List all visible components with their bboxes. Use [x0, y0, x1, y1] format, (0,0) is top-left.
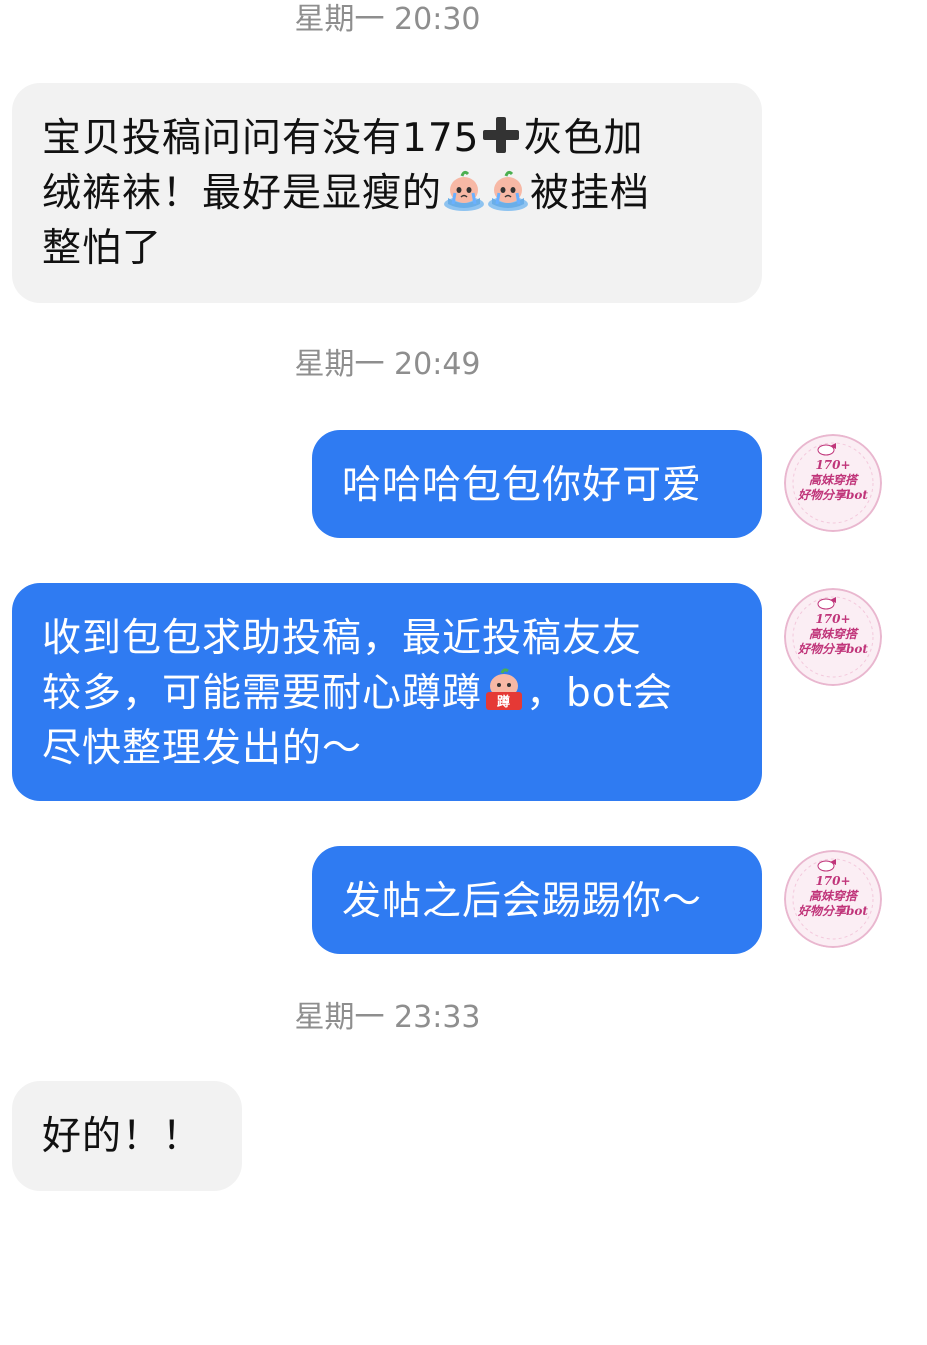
message-text: 绒裤袜！最好是显瘦的 — [42, 171, 443, 216]
message-text: 较多，可能需要耐心蹲蹲 — [42, 671, 483, 716]
crying-peach-emoji — [442, 168, 486, 212]
message-text: 灰色加 — [523, 116, 644, 161]
message-text: 发帖之后会踢踢你～ — [342, 879, 703, 924]
message-text: 宝贝投稿问问有没有175 — [42, 116, 480, 161]
crying-peach-emoji — [486, 168, 530, 212]
svg-text:蹲: 蹲 — [497, 694, 511, 710]
avatar-label: 170+ 高妹穿搭 好物分享bot — [798, 458, 868, 502]
message-text: 整怕了 — [42, 226, 163, 271]
message-text: 被挂档 — [530, 171, 651, 216]
avatar[interactable]: 170+ 高妹穿搭 好物分享bot — [784, 588, 882, 686]
message-text: 尽快整理发出的～ — [42, 726, 363, 771]
message-text: 收到包包求助投稿，最近投稿友友 — [42, 616, 643, 661]
message-text: 哈哈哈包包你好可爱 — [342, 463, 703, 508]
message-bubble-outgoing[interactable]: 哈哈哈包包你好可爱 — [312, 430, 762, 538]
chat-thread: 星期一 20:30 宝贝投稿问问有没有175 灰色加 绒裤袜！最好是显瘦的 被挂档 … — [0, 0, 927, 1345]
message-text: 好的！！ — [42, 1114, 203, 1159]
message-bubble-incoming[interactable]: 好的！！ — [12, 1081, 242, 1191]
avatar-label: 170+ 高妹穿搭 好物分享bot — [798, 874, 868, 918]
avatar[interactable]: 170+ 高妹穿搭 好物分享bot — [784, 434, 882, 532]
avatar[interactable]: 170+ 高妹穿搭 好物分享bot — [784, 850, 882, 948]
message-bubble-outgoing[interactable]: 收到包包求助投稿，最近投稿友友 较多，可能需要耐心蹲蹲蹲 ，bot会 尽快整理发出… — [12, 583, 762, 801]
message-text: ，bot会 — [526, 671, 673, 716]
timestamp: 星期一 20:30 — [294, 2, 481, 37]
timestamp: 星期一 23:33 — [294, 1000, 481, 1035]
message-bubble-outgoing[interactable]: 发帖之后会踢踢你～ — [312, 846, 762, 954]
timestamp: 星期一 20:49 — [294, 347, 481, 382]
peach-dun-sign-emoji: 蹲 — [482, 668, 526, 712]
message-bubble-incoming[interactable]: 宝贝投稿问问有没有175 灰色加 绒裤袜！最好是显瘦的 被挂档 整怕了 — [12, 83, 762, 303]
heavy-plus-icon — [479, 113, 523, 157]
avatar-label: 170+ 高妹穿搭 好物分享bot — [798, 612, 868, 656]
